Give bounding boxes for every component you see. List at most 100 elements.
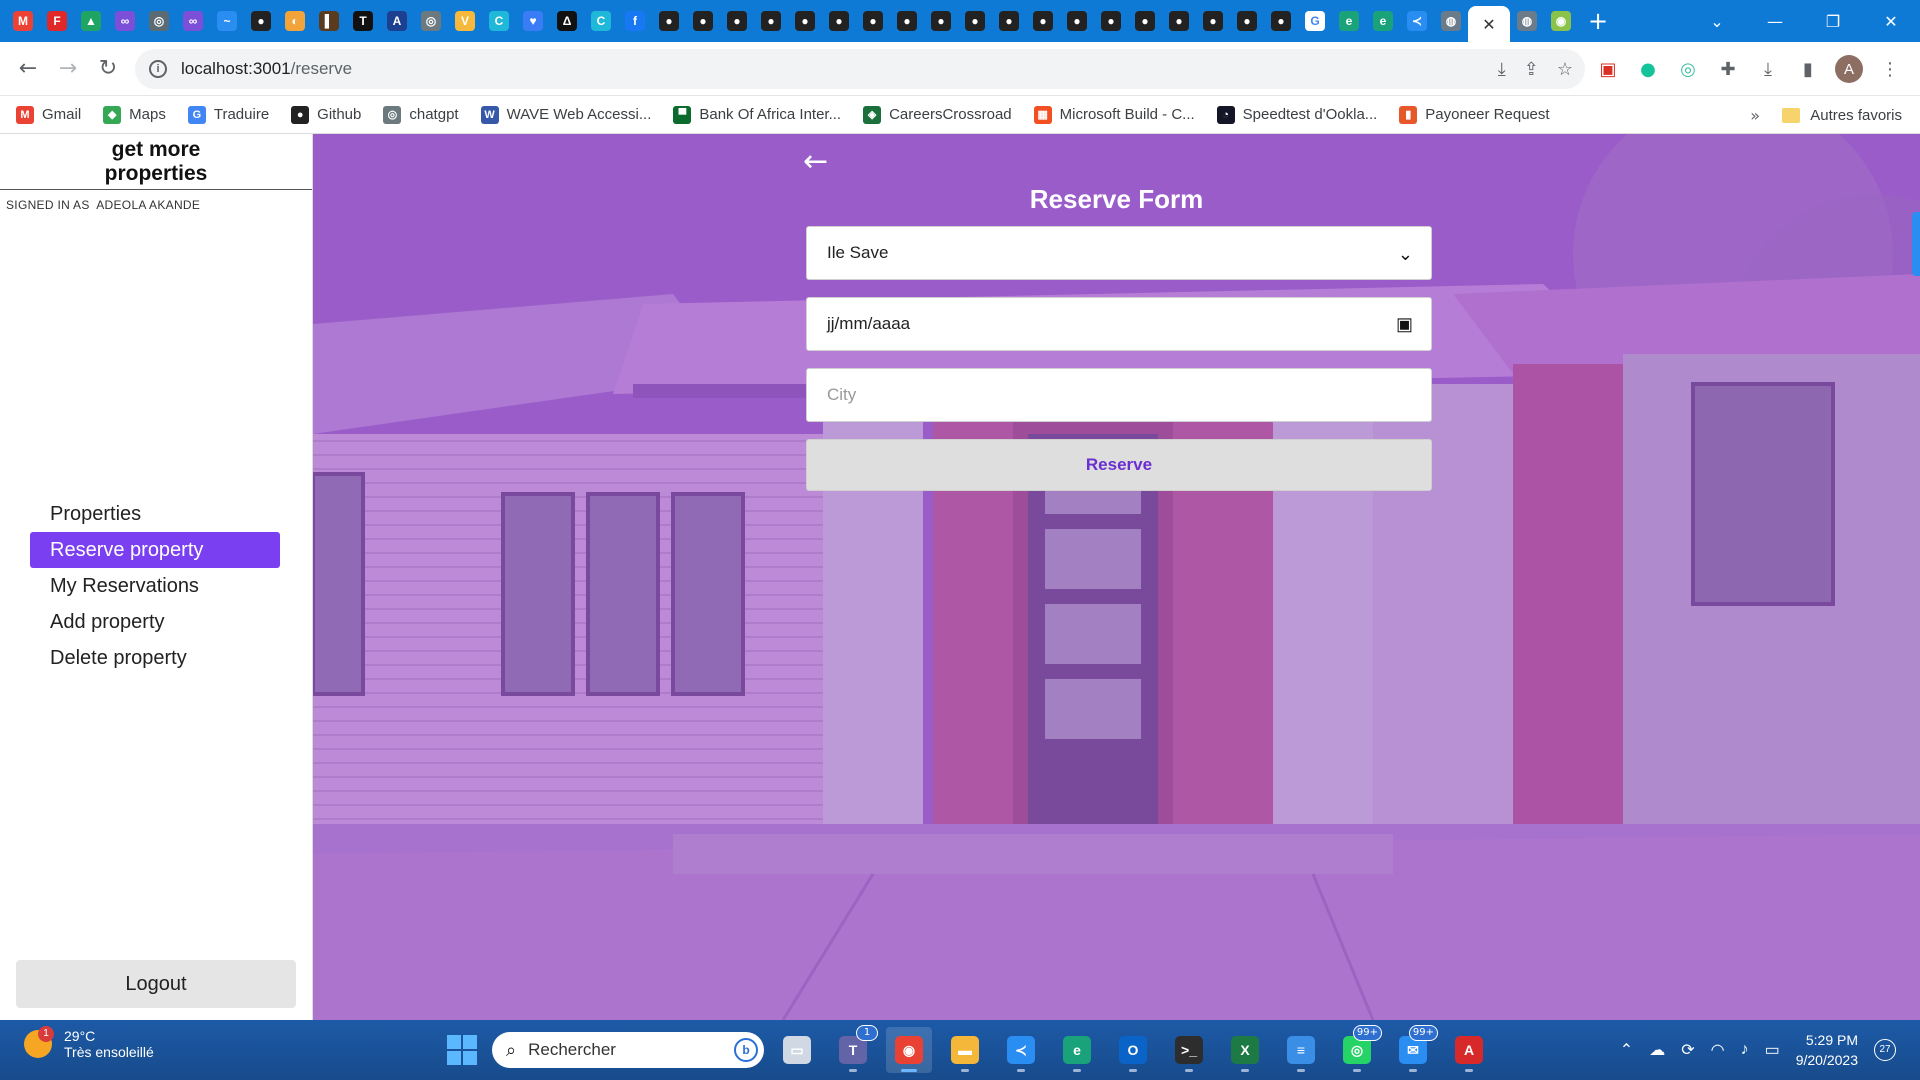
nav-item-delete-property[interactable]: Delete property [30, 640, 280, 676]
weather-widget[interactable]: 1 29°C Très ensoleillé [24, 1026, 154, 1060]
back-arrow-icon[interactable]: ← [803, 147, 839, 177]
close-tab-icon[interactable]: ✕ [1482, 15, 1495, 34]
tab-github-5[interactable]: ● [754, 4, 788, 38]
tab-github-3[interactable]: ● [686, 4, 720, 38]
bing-icon[interactable]: b [734, 1038, 758, 1062]
tab-meta[interactable]: ∞ [108, 4, 142, 38]
battery-icon[interactable]: ▭ [1765, 1040, 1780, 1060]
tab-typora[interactable]: T [346, 4, 380, 38]
close-window-button[interactable]: ✕ [1862, 12, 1920, 31]
mail-taskbar-button[interactable]: ✉ 99+ [1390, 1025, 1438, 1073]
tab-github-13[interactable]: ● [1026, 4, 1060, 38]
bookmark-chatgpt[interactable]: ◎ chatgpt [383, 105, 459, 124]
tab-google[interactable]: G [1298, 4, 1332, 38]
terminal-taskbar-button[interactable]: >_ [1166, 1027, 1212, 1073]
bookmark-bank-of-africa[interactable]: ▀ Bank Of Africa Inter... [673, 105, 841, 124]
tab-github-17[interactable]: ● [1162, 4, 1196, 38]
other-bookmarks-folder[interactable]: Autres favoris [1782, 96, 1902, 134]
bookmark-speedtest[interactable]: ◔ Speedtest d'Ookla... [1216, 105, 1377, 124]
whatsapp-taskbar-button[interactable]: ◎ 99+ [1334, 1025, 1382, 1073]
tab-active[interactable]: ✕ [1468, 6, 1510, 42]
extensions-puzzle-icon[interactable]: ✚ [1715, 56, 1741, 82]
tab-github-20[interactable]: ● [1264, 4, 1298, 38]
tab-github-19[interactable]: ● [1230, 4, 1264, 38]
tab-github-14[interactable]: ● [1060, 4, 1094, 38]
bookmark-careerscrossroad[interactable]: ◈ CareersCrossroad [863, 105, 1012, 124]
chevron-up-icon[interactable]: ⌃ [1620, 1040, 1633, 1060]
city-input[interactable]: City [806, 368, 1432, 422]
tab-canva[interactable]: C [482, 4, 516, 38]
tab-github-16[interactable]: ● [1128, 4, 1162, 38]
tab-globe[interactable]: ◍ [1434, 4, 1468, 38]
tab-drive[interactable]: ▲ [74, 4, 108, 38]
address-bar[interactable]: i localhost:3001/reserve ⤓ ⇪ ☆ [135, 49, 1585, 89]
calendar-icon[interactable]: ▣ [1396, 314, 1413, 335]
tab-gmail[interactable]: M [6, 4, 40, 38]
url-text[interactable]: localhost:3001/reserve [181, 59, 352, 79]
extension-chatgpt-icon[interactable]: ◎ [1675, 56, 1701, 82]
tab-github-4[interactable]: ● [720, 4, 754, 38]
property-select[interactable]: Ile Save ⌄ [806, 226, 1432, 280]
tab-edge-2[interactable]: e [1366, 4, 1400, 38]
file-explorer-taskbar-button[interactable]: ▬ [942, 1027, 988, 1073]
bookmark-payoneer[interactable]: ▮ Payoneer Request [1399, 105, 1550, 124]
tab-search-dropdown-icon[interactable]: ⌄ [1688, 12, 1746, 31]
nav-item-properties[interactable]: Properties [30, 496, 280, 532]
tab-github-12[interactable]: ● [992, 4, 1026, 38]
nav-item-reserve-property[interactable]: Reserve property [30, 532, 280, 568]
onedrive-icon[interactable]: ☁ [1649, 1040, 1665, 1060]
bookmark-gmail[interactable]: M Gmail [16, 105, 81, 124]
brand-title[interactable]: get more properties [0, 134, 312, 190]
tab-messenger[interactable]: ~ [210, 4, 244, 38]
nav-item-add-property[interactable]: Add property [30, 604, 280, 640]
reload-button[interactable]: ↻ [88, 49, 128, 89]
bookmark-traduire[interactable]: G Traduire [187, 105, 269, 124]
tab-vue[interactable]: V [448, 4, 482, 38]
wifi-icon[interactable]: ◠ [1711, 1040, 1725, 1060]
bookmark-wave[interactable]: W WAVE Web Accessi... [480, 105, 651, 124]
outlook-taskbar-button[interactable]: O [1110, 1027, 1156, 1073]
date-input[interactable]: jj/mm/aaaa ▣ [806, 297, 1432, 351]
tab-meta-2[interactable]: ∞ [176, 4, 210, 38]
restore-button[interactable]: ❐ [1804, 12, 1862, 31]
minimize-button[interactable]: — [1746, 12, 1804, 31]
tab-github-8[interactable]: ● [856, 4, 890, 38]
tab-heart[interactable]: ♥ [516, 4, 550, 38]
more-bookmarks-icon[interactable]: » [1750, 96, 1760, 134]
tab-github-18[interactable]: ● [1196, 4, 1230, 38]
tab-delta[interactable]: Δ [550, 4, 584, 38]
extension-red-icon[interactable]: ▣ [1595, 56, 1621, 82]
logout-button[interactable]: Logout [16, 960, 296, 1008]
share-icon[interactable]: ⇪ [1524, 59, 1539, 80]
back-button[interactable]: ← [8, 49, 48, 89]
tab-book[interactable]: ▌ [312, 4, 346, 38]
tab-github-10[interactable]: ● [924, 4, 958, 38]
side-panel-icon[interactable]: ▮ [1795, 56, 1821, 82]
site-info-icon[interactable]: i [149, 60, 167, 78]
bookmark-github[interactable]: ● Github [291, 105, 361, 124]
tab-github-2[interactable]: ● [652, 4, 686, 38]
edge-taskbar-button[interactable]: e [1054, 1027, 1100, 1073]
taskview-taskbar-button[interactable]: ▭ [774, 1027, 820, 1073]
chrome-taskbar-button[interactable]: ◉ [886, 1027, 932, 1073]
notification-badge[interactable]: 27 [1874, 1039, 1896, 1061]
tab-github-6[interactable]: ● [788, 4, 822, 38]
tab-globe-2[interactable]: ◍ [1510, 4, 1544, 38]
install-app-icon[interactable]: ⤓ [1498, 59, 1506, 80]
clock[interactable]: 5:29 PM 9/20/2023 [1796, 1030, 1858, 1070]
teams-taskbar-button[interactable]: T1 [830, 1025, 878, 1073]
nav-item-my-reservations[interactable]: My Reservations [30, 568, 280, 604]
tab-openai[interactable]: ◎ [414, 4, 448, 38]
tab-canva-2[interactable]: C [584, 4, 618, 38]
tab-flipboard[interactable]: F [40, 4, 74, 38]
side-edge-tab[interactable] [1912, 212, 1920, 276]
bookmark-microsoft-build[interactable]: ▦ Microsoft Build - C... [1033, 105, 1195, 124]
reserve-button[interactable]: Reserve [806, 439, 1432, 491]
tab-vscode[interactable]: ≺ [1400, 4, 1434, 38]
notepad-taskbar-button[interactable]: ≡ [1278, 1027, 1324, 1073]
acrobat-taskbar-button[interactable]: A [1446, 1027, 1492, 1073]
new-tab-button[interactable]: + [1578, 4, 1618, 38]
taskbar-search[interactable]: ⌕ Rechercher b [492, 1032, 764, 1068]
vscode-taskbar-button[interactable]: ≺ [998, 1027, 1044, 1073]
tab-facebook[interactable]: f [618, 4, 652, 38]
